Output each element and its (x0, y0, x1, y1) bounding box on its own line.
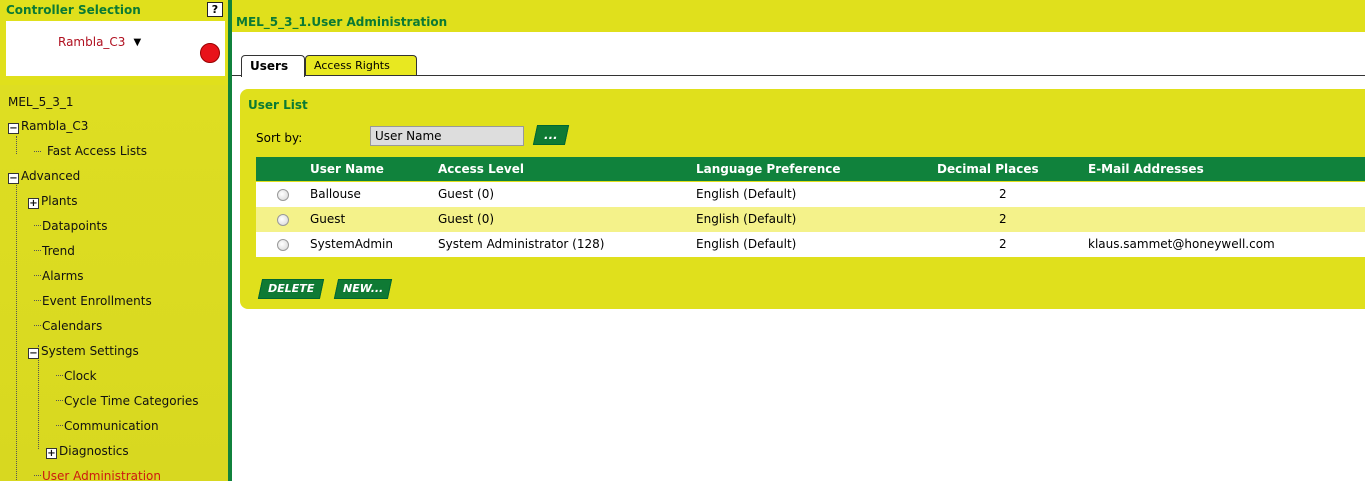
collapse-icon[interactable]: − (8, 173, 19, 184)
row-select-radio[interactable] (277, 214, 289, 226)
tab-access-rights[interactable]: Access Rights (305, 55, 417, 76)
tree-item-datapoints[interactable]: Datapoints (42, 218, 108, 234)
help-button[interactable]: ? (207, 2, 223, 17)
tree-item-calendars[interactable]: Calendars (42, 318, 102, 334)
tree-item-communication[interactable]: Communication (64, 418, 159, 434)
tree-item-alarms[interactable]: Alarms (42, 268, 84, 284)
sort-field[interactable]: User Name (370, 126, 524, 146)
row-select-radio[interactable] (277, 239, 289, 251)
sort-options-button[interactable]: ... (532, 125, 570, 145)
collapse-icon[interactable]: − (28, 348, 39, 359)
chevron-down-icon[interactable]: ▼ (133, 37, 141, 48)
tree-item-system-settings[interactable]: − System Settings (28, 343, 139, 359)
panel-title: User List (248, 98, 308, 112)
tab-bar-line (232, 75, 1365, 76)
left-panel: Controller Selection ? Rambla_C3 ▼ MEL_5… (0, 0, 228, 484)
tab-users[interactable]: Users (241, 55, 305, 77)
table-row[interactable]: Ballouse Guest (0) English (Default) 2 (256, 182, 1365, 207)
tree-item-plants[interactable]: + Plants (28, 193, 78, 209)
col-language[interactable]: Language Preference (696, 157, 841, 181)
collapse-icon[interactable]: − (8, 123, 19, 134)
page-title: MEL_5_3_1.User Administration (232, 0, 1365, 32)
status-indicator-icon (200, 43, 220, 63)
expand-icon[interactable]: + (28, 198, 39, 209)
col-access-level[interactable]: Access Level (438, 157, 524, 181)
col-user-name[interactable]: User Name (310, 157, 384, 181)
table-row[interactable]: SystemAdmin System Administrator (128) E… (256, 232, 1365, 257)
new-button[interactable]: NEW... (333, 279, 393, 299)
table-row[interactable]: Guest Guest (0) English (Default) 2 (256, 207, 1365, 232)
sort-label: Sort by: (256, 131, 303, 145)
tree-item-event-enrollments[interactable]: Event Enrollments (42, 293, 152, 309)
tree-item-advanced[interactable]: − Advanced (8, 168, 80, 184)
tree-item-clock[interactable]: Clock (64, 368, 97, 384)
controller-dropdown[interactable]: Rambla_C3 ▼ (58, 32, 141, 52)
tree-item-cycle-time[interactable]: Cycle Time Categories (64, 393, 198, 409)
delete-button[interactable]: DELETE (257, 279, 325, 299)
tree-item-trend[interactable]: Trend (42, 243, 75, 259)
col-email[interactable]: E-Mail Addresses (1088, 157, 1204, 181)
controller-select-box: Rambla_C3 ▼ (6, 21, 225, 76)
panel-divider (228, 0, 232, 481)
user-list-panel: User List Sort by: User Name ... User Na… (240, 89, 1365, 309)
controller-dropdown-value: Rambla_C3 (58, 35, 126, 49)
controller-selection-header: Controller Selection ? (0, 0, 228, 20)
tree-item-user-admin[interactable]: User Administration (42, 468, 161, 484)
col-decimal-places[interactable]: Decimal Places (937, 157, 1039, 181)
expand-icon[interactable]: + (46, 448, 57, 459)
row-select-radio[interactable] (277, 189, 289, 201)
tree-item-diagnostics[interactable]: + Diagnostics (46, 443, 129, 459)
table-header: User Name Access Level Language Preferen… (256, 157, 1365, 181)
controller-selection-title: Controller Selection (6, 3, 141, 17)
tree-root[interactable]: MEL_5_3_1 (8, 94, 74, 110)
tree-item-rambla[interactable]: − Rambla_C3 (8, 118, 88, 134)
navigation-tree: MEL_5_3_1 − Rambla_C3 Fast Access Lists −… (0, 85, 228, 484)
tree-item-fast-access[interactable]: Fast Access Lists (47, 143, 147, 159)
